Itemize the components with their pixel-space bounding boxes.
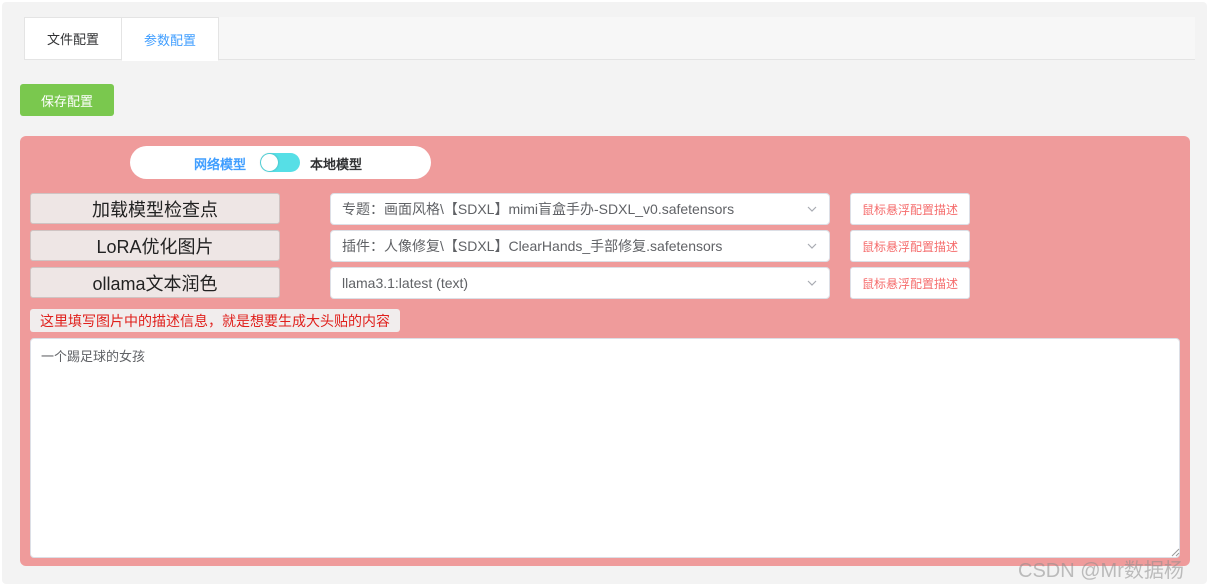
network-model-label[interactable]: 网络模型 (194, 154, 246, 173)
lora-select-value: 插件：人像修复\【SDXL】ClearHands_手部修复.safetensor… (342, 238, 723, 254)
config-panel: 网络模型 本地模型 加载模型检查点 专题：画面风格\【SDXL】mimi盲盒手办… (20, 136, 1190, 566)
ollama-polish-button[interactable]: ollama文本润色 (30, 267, 280, 298)
load-checkpoint-label: 加载模型检查点 (92, 199, 218, 220)
tab-param-config[interactable]: 参数配置 (121, 17, 219, 61)
checkpoint-desc-label: 鼠标悬浮配置描述 (861, 202, 958, 217)
chevron-down-icon (807, 280, 817, 286)
chevron-down-icon (807, 206, 817, 212)
load-checkpoint-button[interactable]: 加载模型检查点 (30, 193, 280, 224)
prompt-hint: 这里填写图片中的描述信息，就是想要生成大头贴的内容 (30, 309, 400, 332)
watermark: CSDN @Mr数据杨 (1018, 560, 1184, 582)
ollama-desc-button[interactable]: 鼠标悬浮配置描述 (850, 267, 970, 299)
checkpoint-select[interactable]: 专题：画面风格\【SDXL】mimi盲盒手办-SDXL_v0.safetenso… (330, 193, 830, 225)
prompt-textarea[interactable] (30, 338, 1180, 558)
toggle-knob (261, 154, 278, 171)
ollama-polish-label: ollama文本润色 (92, 273, 218, 294)
tab-file-config[interactable]: 文件配置 (24, 17, 122, 60)
save-config-button[interactable]: 保存配置 (20, 84, 114, 116)
ollama-select[interactable]: llama3.1:latest (text) (330, 267, 830, 299)
lora-desc-label: 鼠标悬浮配置描述 (861, 239, 958, 254)
local-model-label[interactable]: 本地模型 (310, 154, 362, 173)
model-mode-toggle[interactable] (260, 153, 300, 172)
ollama-desc-label: 鼠标悬浮配置描述 (861, 276, 958, 291)
checkpoint-select-value: 专题：画面风格\【SDXL】mimi盲盒手办-SDXL_v0.safetenso… (342, 201, 735, 217)
model-mode-switch: 网络模型 本地模型 (130, 146, 431, 179)
lora-desc-button[interactable]: 鼠标悬浮配置描述 (850, 230, 970, 262)
tab-param-config-label: 参数配置 (143, 32, 196, 48)
tab-bar: 文件配置 参数配置 (24, 17, 1195, 61)
page-container: 文件配置 参数配置 保存配置 网络模型 本地模型 加载模型检查点 专题：画面风格… (2, 2, 1207, 584)
ollama-select-value: llama3.1:latest (text) (342, 275, 469, 291)
lora-optimize-label: LoRA优化图片 (96, 236, 214, 257)
lora-optimize-button[interactable]: LoRA优化图片 (30, 230, 280, 261)
prompt-hint-text: 这里填写图片中的描述信息，就是想要生成大头贴的内容 (40, 312, 390, 329)
lora-select[interactable]: 插件：人像修复\【SDXL】ClearHands_手部修复.safetensor… (330, 230, 830, 262)
tab-file-config-label: 文件配置 (46, 32, 99, 47)
checkpoint-desc-button[interactable]: 鼠标悬浮配置描述 (850, 193, 970, 225)
chevron-down-icon (807, 243, 817, 249)
